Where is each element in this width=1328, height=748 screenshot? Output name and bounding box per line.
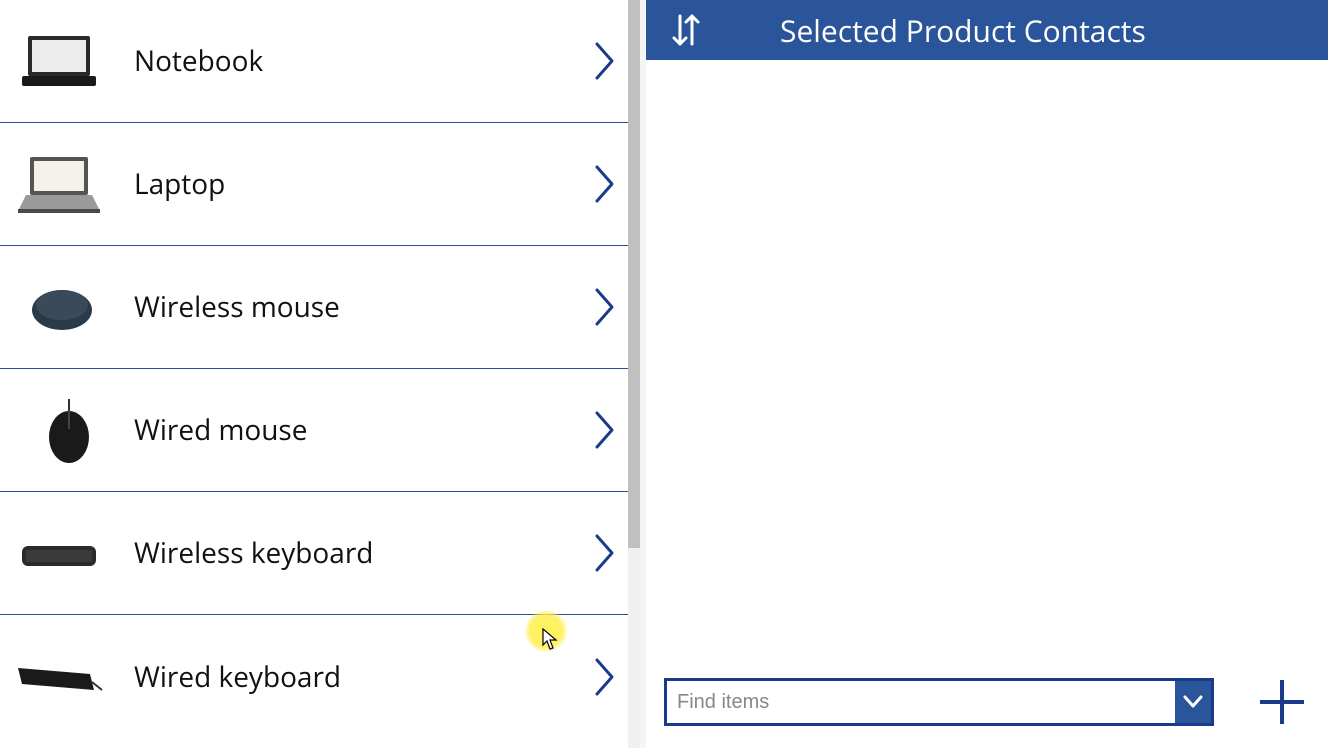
product-label: Notebook — [134, 42, 594, 80]
product-item-wireless-keyboard[interactable]: Wireless keyboard — [0, 492, 640, 615]
product-item-notebook[interactable]: Notebook — [0, 0, 640, 123]
chevron-right-icon — [594, 657, 616, 697]
app-root: Notebook Laptop — [0, 0, 1328, 748]
wired-mouse-icon — [14, 395, 104, 465]
product-label: Wireless keyboard — [134, 534, 594, 572]
find-items-combo[interactable] — [664, 678, 1214, 726]
product-item-wired-keyboard[interactable]: Wired keyboard — [0, 615, 640, 738]
product-label: Wireless mouse — [134, 288, 594, 326]
contacts-header: Selected Product Contacts — [646, 0, 1328, 60]
chevron-right-icon — [594, 287, 616, 327]
find-items-input[interactable] — [667, 681, 1175, 723]
product-item-laptop[interactable]: Laptop — [0, 123, 640, 246]
product-list: Notebook Laptop — [0, 0, 640, 738]
find-dropdown-button[interactable] — [1175, 681, 1211, 723]
chevron-right-icon — [594, 410, 616, 450]
contacts-content — [646, 60, 1328, 748]
add-button[interactable] — [1254, 674, 1310, 730]
product-list-panel: Notebook Laptop — [0, 0, 640, 748]
contacts-panel: Selected Product Contacts — [640, 0, 1328, 748]
product-label: Laptop — [134, 165, 594, 203]
scrollbar-thumb[interactable] — [628, 0, 640, 548]
product-label: Wired mouse — [134, 411, 594, 449]
chevron-right-icon — [594, 533, 616, 573]
laptop-icon — [14, 149, 104, 219]
chevron-right-icon — [594, 41, 616, 81]
notebook-icon — [14, 26, 104, 96]
product-label: Wired keyboard — [134, 658, 594, 696]
wireless-keyboard-icon — [14, 518, 104, 588]
product-item-wired-mouse[interactable]: Wired mouse — [0, 369, 640, 492]
wireless-mouse-icon — [14, 272, 104, 342]
sort-icon[interactable] — [670, 12, 702, 48]
product-item-wireless-mouse[interactable]: Wireless mouse — [0, 246, 640, 369]
chevron-right-icon — [594, 164, 616, 204]
wired-keyboard-icon — [14, 642, 104, 712]
bottom-bar — [664, 674, 1310, 730]
contacts-title: Selected Product Contacts — [762, 10, 1304, 51]
